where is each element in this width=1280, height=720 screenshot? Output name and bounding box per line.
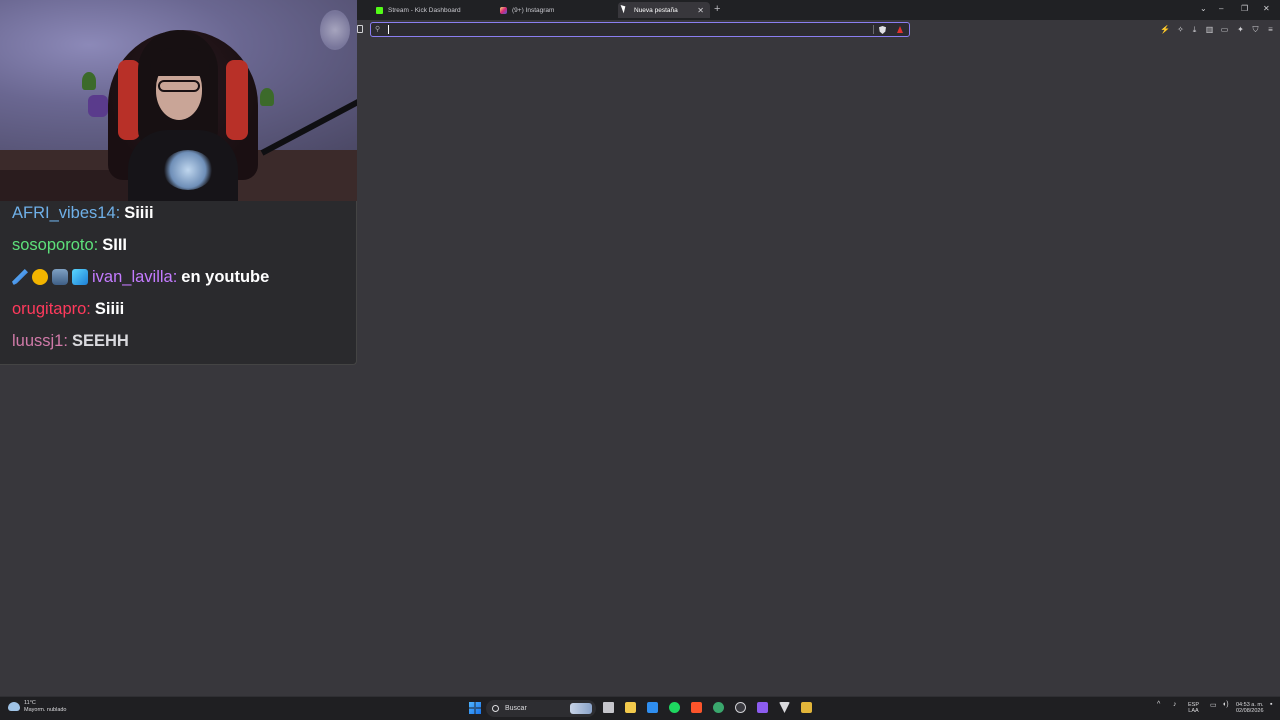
weather-widget[interactable]: 11°C Mayorm. nublado [8, 700, 67, 713]
chat-message: luussj1: SEEHH [12, 330, 129, 352]
chat-message: sosoporoto: SIII [12, 234, 127, 256]
menu-icon[interactable]: ≡ [1266, 25, 1275, 34]
keyboard-layout: LAA [1188, 708, 1199, 714]
brave-browser-icon[interactable] [691, 702, 702, 713]
search-icon [492, 705, 499, 712]
webcam-plant [260, 88, 274, 106]
weather-description: Mayorm. nublado [24, 706, 67, 713]
search-icon: ⚲ [375, 26, 381, 33]
webcam-light [320, 10, 350, 50]
app-v-icon[interactable] [779, 702, 790, 713]
webcam-streamer-glasses [158, 80, 200, 92]
webcam-feed [0, 0, 357, 201]
tab-kick-dashboard[interactable]: Stream - Kick Dashboard [370, 2, 488, 18]
address-divider [873, 25, 874, 34]
show-hidden-icons-chevron[interactable]: ^ [1157, 701, 1160, 708]
obs-studio-icon[interactable] [735, 702, 746, 713]
text-caret [388, 25, 389, 34]
notifications-icon[interactable]: ▪ [1270, 701, 1272, 708]
clock-date: 02/08/2026 [1236, 708, 1264, 714]
sidebar-toggle-icon[interactable] [357, 25, 363, 33]
instagram-icon [500, 6, 507, 14]
windows-start-icon[interactable] [469, 702, 481, 714]
taskbar-search-label: Buscar [505, 705, 527, 712]
search-highlight-image [570, 703, 592, 714]
webcam-figurine [88, 95, 108, 117]
kick-icon [376, 6, 383, 14]
chat-text: en youtube [181, 267, 270, 286]
leo-ai-icon[interactable]: ✧ [1176, 25, 1185, 34]
task-view-icon[interactable] [603, 702, 614, 713]
tab-search-chevron-icon[interactable]: ⌄ [1200, 4, 1207, 13]
chat-message: AFRI_vibes14: Siiii [12, 202, 154, 224]
webcam-shirt-print [163, 150, 213, 190]
chat-username: luussj1: [12, 331, 68, 350]
cube-badge-icon [72, 269, 88, 285]
spotify-icon[interactable] [669, 702, 680, 713]
sidebar-panel-icon[interactable]: ▥ [1205, 25, 1214, 34]
gold-coin-badge-icon [32, 269, 48, 285]
chat-username: orugitapro: [12, 299, 91, 318]
microphone-icon[interactable]: ♪ [1173, 701, 1177, 708]
wallet-icon[interactable]: ▭ [1220, 25, 1229, 34]
language-indicator[interactable]: ESP LAA [1188, 702, 1199, 714]
taskbar: 11°C Mayorm. nublado Buscar ^ ♪ ESP LAA … [0, 696, 1280, 720]
taskbar-search[interactable]: Buscar [486, 700, 596, 717]
extension-icon[interactable]: ⚡ [1160, 25, 1170, 34]
webcam-plant [82, 72, 96, 90]
tab-new-tab[interactable]: Nueva pestaña ✕ [618, 2, 710, 18]
app-purple-icon[interactable] [757, 702, 768, 713]
sword-badge-icon [12, 269, 28, 285]
stream-chat-overlay: AFRI_vibes14: Siiii sosoporoto: SIII iva… [0, 201, 357, 365]
webcam-chair-accent [118, 60, 140, 140]
chat-username: AFRI_vibes14: [12, 203, 121, 222]
webcam-chair-accent [226, 60, 248, 140]
minimize-icon[interactable]: – [1219, 4, 1223, 13]
app-folder-icon[interactable] [801, 702, 812, 713]
downloads-icon[interactable]: ⤓ [1190, 25, 1199, 34]
close-window-icon[interactable]: ✕ [1263, 4, 1270, 13]
chat-username: sosoporoto: [12, 235, 99, 254]
character-badge-icon [52, 269, 68, 285]
address-bar[interactable]: ⚲ [370, 22, 910, 37]
chat-username: ivan_lavilla: [92, 267, 178, 286]
chat-text: SEEHH [71, 331, 129, 350]
file-explorer-icon[interactable] [625, 702, 636, 713]
chat-text: SIII [102, 235, 127, 254]
store-icon[interactable] [647, 702, 658, 713]
tab-instagram[interactable]: (9+) Instagram [494, 2, 612, 18]
volume-icon[interactable]: ◖) [1222, 701, 1229, 708]
chat-text: Siiii [124, 203, 154, 222]
chat-message: ivan_lavilla: en youtube [12, 266, 269, 288]
brave-shields-icon[interactable] [879, 26, 886, 34]
restore-icon[interactable]: ❐ [1241, 4, 1248, 13]
app-icon[interactable] [713, 702, 724, 713]
network-icon[interactable]: ▭ [1210, 701, 1217, 709]
clock[interactable]: 04:53 a. m. 02/08/2026 [1236, 702, 1264, 714]
chat-message: orugitapro: Siiii [12, 298, 124, 320]
extensions-puzzle-icon[interactable]: ✦ [1236, 25, 1245, 34]
tab-label: Stream - Kick Dashboard [388, 6, 461, 14]
cloud-weather-icon [8, 702, 20, 711]
close-tab-icon[interactable]: ✕ [697, 6, 704, 15]
new-tab-plus-icon[interactable]: + [714, 3, 720, 15]
chat-text: Siiii [94, 299, 125, 318]
address-input[interactable] [387, 24, 857, 35]
webcam-streamer-bangs [150, 48, 210, 76]
tab-label: Nueva pestaña [634, 6, 678, 14]
new-tab-page [356, 39, 1280, 696]
vpn-shield-icon[interactable]: ⛉ [1251, 25, 1260, 34]
brave-rewards-icon[interactable] [897, 26, 903, 33]
tab-label: (9+) Instagram [512, 6, 555, 14]
